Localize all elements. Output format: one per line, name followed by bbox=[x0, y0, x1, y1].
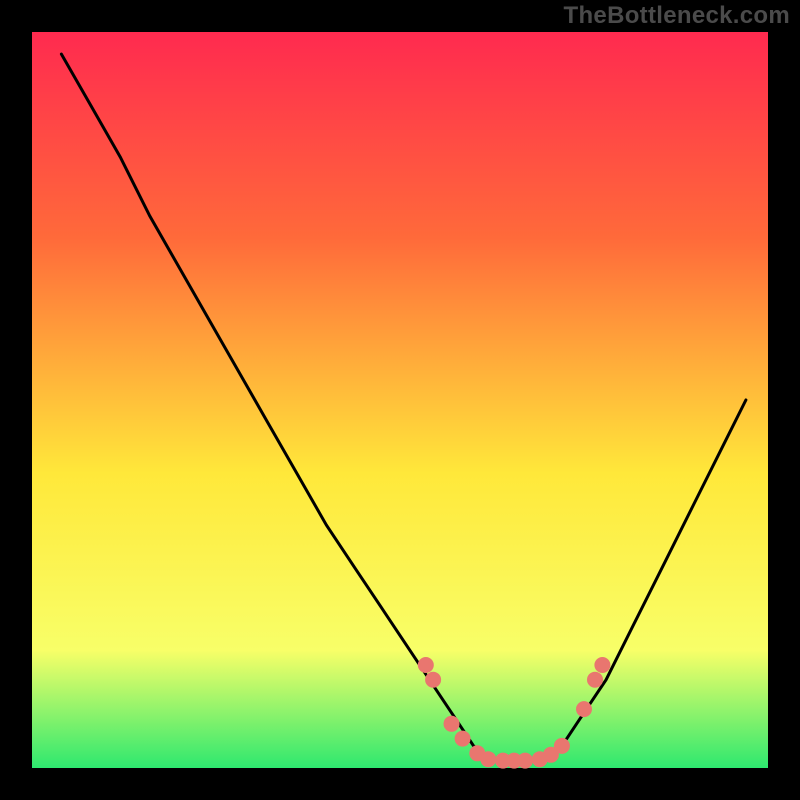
sweet-spot-dot bbox=[480, 751, 496, 767]
sweet-spot-dot bbox=[418, 657, 434, 673]
sweet-spot-dot bbox=[587, 672, 603, 688]
sweet-spot-dot bbox=[517, 753, 533, 769]
sweet-spot-dot bbox=[425, 672, 441, 688]
sweet-spot-dot bbox=[554, 738, 570, 754]
plot-background bbox=[32, 32, 768, 768]
chart-svg bbox=[0, 0, 800, 800]
watermark-text: TheBottleneck.com bbox=[564, 2, 790, 30]
sweet-spot-dot bbox=[576, 701, 592, 717]
sweet-spot-dot bbox=[594, 657, 610, 673]
chart-frame: { "watermark": "TheBottleneck.com", "col… bbox=[0, 0, 800, 800]
sweet-spot-dot bbox=[455, 731, 471, 747]
sweet-spot-dot bbox=[444, 716, 460, 732]
